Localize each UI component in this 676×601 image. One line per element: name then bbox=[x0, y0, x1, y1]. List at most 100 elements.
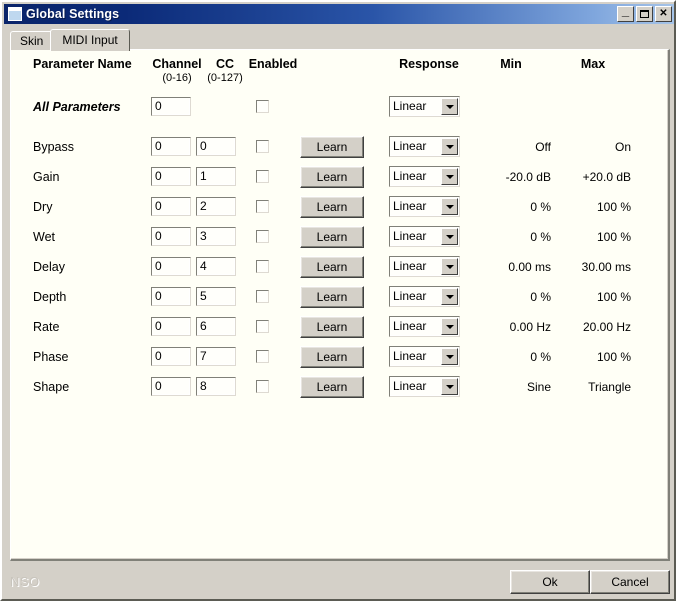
enabled-checkbox[interactable] bbox=[256, 380, 269, 393]
channel-input[interactable]: 0 bbox=[151, 287, 191, 306]
learn-button[interactable]: Learn bbox=[300, 316, 364, 338]
cc-input[interactable]: 2 bbox=[196, 197, 236, 216]
tab-strip: Skin MIDI Input bbox=[10, 29, 130, 51]
chevron-down-icon[interactable] bbox=[441, 258, 458, 275]
enabled-checkbox[interactable] bbox=[256, 100, 269, 113]
window-system-icon[interactable] bbox=[8, 7, 22, 21]
row-label: Gain bbox=[33, 170, 60, 184]
cc-input[interactable]: 6 bbox=[196, 317, 236, 336]
response-dropdown[interactable]: Linear bbox=[389, 166, 460, 187]
channel-input[interactable]: 0 bbox=[151, 377, 191, 396]
learn-button[interactable]: Learn bbox=[300, 196, 364, 218]
response-dropdown[interactable]: Linear bbox=[389, 196, 460, 217]
enabled-checkbox[interactable] bbox=[256, 290, 269, 303]
learn-button[interactable]: Learn bbox=[300, 286, 364, 308]
channel-cell: 0 bbox=[151, 314, 199, 336]
channel-input[interactable]: 0 bbox=[151, 347, 191, 366]
enabled-checkbox[interactable] bbox=[256, 140, 269, 153]
max-value: 100 % bbox=[596, 350, 631, 364]
header-cc-label: CC bbox=[215, 57, 235, 71]
min-value: -20.0 dB bbox=[505, 170, 551, 184]
max-value: 100 % bbox=[596, 230, 631, 244]
learn-button[interactable]: Learn bbox=[300, 346, 364, 368]
maximize-icon bbox=[637, 7, 652, 21]
enabled-cell bbox=[256, 224, 280, 243]
chevron-down-icon[interactable] bbox=[441, 318, 458, 335]
channel-input[interactable]: 0 bbox=[151, 227, 191, 246]
max-value: 30.00 ms bbox=[581, 260, 631, 274]
channel-input[interactable]: 0 bbox=[151, 317, 191, 336]
response-dropdown[interactable]: Linear bbox=[389, 226, 460, 247]
table-row: Depth 0 5 Learn Linear 0 % 100 % bbox=[11, 284, 668, 314]
max-value: On bbox=[614, 140, 631, 154]
learn-button[interactable]: Learn bbox=[300, 256, 364, 278]
response-value: Linear bbox=[393, 319, 427, 333]
cc-input[interactable]: 8 bbox=[196, 377, 236, 396]
tab-midi-input[interactable]: MIDI Input bbox=[50, 29, 130, 51]
ok-button[interactable]: Ok bbox=[510, 570, 590, 594]
max-value: 100 % bbox=[596, 200, 631, 214]
header-cc-range: (0-127) bbox=[207, 72, 243, 84]
response-dropdown[interactable]: Linear bbox=[389, 136, 460, 157]
cc-input[interactable]: 7 bbox=[196, 347, 236, 366]
enabled-checkbox[interactable] bbox=[256, 230, 269, 243]
chevron-down-icon[interactable] bbox=[441, 198, 458, 215]
cc-input[interactable]: 3 bbox=[196, 227, 236, 246]
response-value: Linear bbox=[393, 349, 427, 363]
channel-cell: 0 bbox=[151, 224, 199, 246]
response-dropdown[interactable]: Linear bbox=[389, 346, 460, 367]
channel-input[interactable]: 0 bbox=[151, 137, 191, 156]
cancel-button[interactable]: Cancel bbox=[590, 570, 670, 594]
cc-input[interactable]: 4 bbox=[196, 257, 236, 276]
response-cell: Linear bbox=[389, 344, 467, 367]
cc-cell: 2 bbox=[196, 194, 244, 216]
response-dropdown[interactable]: Linear bbox=[389, 376, 460, 397]
min-value: 0.00 Hz bbox=[509, 320, 551, 334]
cc-input[interactable]: 0 bbox=[196, 137, 236, 156]
minimize-button[interactable]: _ bbox=[617, 4, 634, 22]
header-response: Response bbox=[399, 57, 459, 71]
learn-cell: Learn bbox=[300, 134, 368, 158]
enabled-checkbox[interactable] bbox=[256, 200, 269, 213]
table-row: Bypass 0 0 Learn Linear Off On bbox=[11, 134, 668, 164]
enabled-checkbox[interactable] bbox=[256, 170, 269, 183]
response-dropdown[interactable]: Linear bbox=[389, 96, 460, 117]
chevron-down-icon[interactable] bbox=[441, 168, 458, 185]
enabled-checkbox[interactable] bbox=[256, 260, 269, 273]
header-max: Max bbox=[580, 57, 606, 71]
channel-input[interactable]: 0 bbox=[151, 167, 191, 186]
chevron-down-icon[interactable] bbox=[441, 138, 458, 155]
maximize-button[interactable] bbox=[636, 6, 653, 22]
chevron-down-icon[interactable] bbox=[441, 378, 458, 395]
enabled-cell bbox=[256, 194, 280, 213]
midi-input-panel: Parameter Name Channel (0-16) CC (0-127)… bbox=[10, 49, 670, 561]
learn-button[interactable]: Learn bbox=[300, 136, 364, 158]
response-dropdown[interactable]: Linear bbox=[389, 256, 460, 277]
learn-button[interactable]: Learn bbox=[300, 226, 364, 248]
chevron-down-icon[interactable] bbox=[441, 98, 458, 115]
table-row: Wet 0 3 Learn Linear 0 % 100 % bbox=[11, 224, 668, 254]
min-value: Sine bbox=[526, 380, 551, 394]
chevron-down-icon[interactable] bbox=[441, 228, 458, 245]
close-button[interactable]: ✕ bbox=[655, 6, 672, 22]
title-bar: Global Settings _ ✕ bbox=[4, 4, 674, 24]
cc-cell: 5 bbox=[196, 284, 244, 306]
cc-input[interactable]: 1 bbox=[196, 167, 236, 186]
channel-input[interactable]: 0 bbox=[151, 97, 191, 116]
channel-input[interactable]: 0 bbox=[151, 257, 191, 276]
row-label: Delay bbox=[33, 260, 65, 274]
chevron-down-icon[interactable] bbox=[441, 288, 458, 305]
cc-input[interactable]: 5 bbox=[196, 287, 236, 306]
enabled-checkbox[interactable] bbox=[256, 350, 269, 363]
learn-button[interactable]: Learn bbox=[300, 166, 364, 188]
enabled-checkbox[interactable] bbox=[256, 320, 269, 333]
response-dropdown[interactable]: Linear bbox=[389, 316, 460, 337]
channel-input[interactable]: 0 bbox=[151, 197, 191, 216]
table-row-all-parameters: All Parameters 0 Linear bbox=[11, 94, 668, 124]
response-value: Linear bbox=[393, 259, 427, 273]
response-dropdown[interactable]: Linear bbox=[389, 286, 460, 307]
chevron-down-icon[interactable] bbox=[441, 348, 458, 365]
tab-skin[interactable]: Skin bbox=[10, 31, 54, 50]
watermark-label: NSO bbox=[10, 574, 40, 589]
learn-button[interactable]: Learn bbox=[300, 376, 364, 398]
